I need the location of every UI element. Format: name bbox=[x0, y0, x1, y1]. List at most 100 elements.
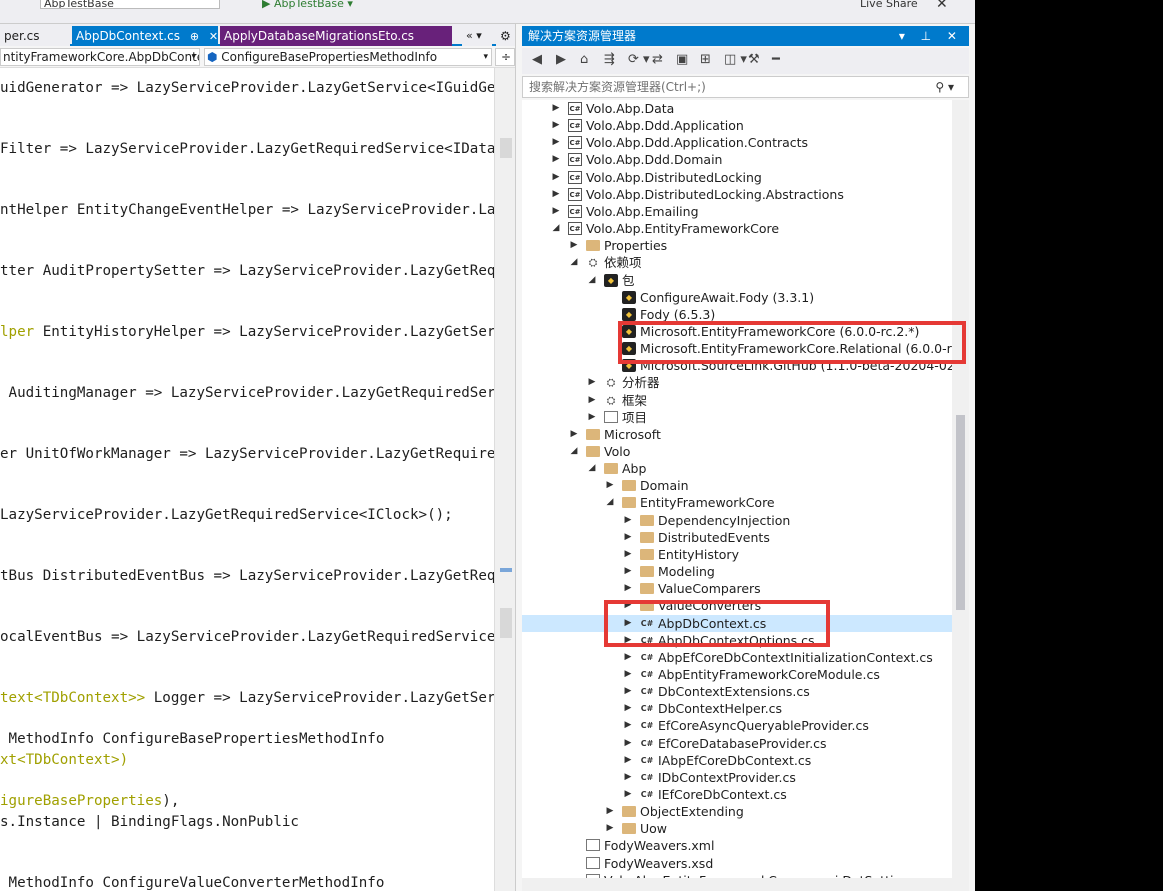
expand-arrow-icon[interactable]: ▶ bbox=[550, 151, 562, 168]
toolbar-tool-icon[interactable]: ⚒ bbox=[748, 52, 760, 67]
tree-item[interactable]: ◆ ConfigureAwait.Fody (3.3.1) bbox=[522, 289, 952, 306]
tree-item[interactable]: ▶ Microsoft bbox=[522, 426, 952, 443]
tree-item[interactable]: ▶ C# AbpEntityFrameworkCoreModule.cs bbox=[522, 666, 952, 683]
tree-item[interactable]: ▶ C# Volo.Abp.Data bbox=[522, 100, 952, 117]
expand-arrow-icon[interactable]: ▶ bbox=[622, 769, 634, 786]
pin-icon[interactable]: ⊕ bbox=[190, 30, 199, 43]
expand-arrow-icon[interactable]: ▶ bbox=[550, 100, 562, 117]
expand-arrow-icon[interactable]: ▶ bbox=[550, 134, 562, 151]
tree-item[interactable]: ▶ EntityHistory bbox=[522, 546, 952, 563]
tree-item[interactable]: ▶ DistributedEvents bbox=[522, 529, 952, 546]
tree-item[interactable]: ▶ ⛭ 框架 bbox=[522, 392, 952, 409]
tree-item[interactable]: ▶ C# Volo.Abp.Emailing bbox=[522, 203, 952, 220]
expand-arrow-icon[interactable]: ▶ bbox=[622, 717, 634, 734]
code-area[interactable]: uidGenerator => LazyServiceProvider.Lazy… bbox=[0, 68, 504, 891]
tree-item[interactable]: ▶ C# Volo.Abp.DistributedLocking bbox=[522, 169, 952, 186]
expand-arrow-icon[interactable]: ▶ bbox=[622, 735, 634, 752]
tree-item[interactable]: ▶ ObjectExtending bbox=[522, 803, 952, 820]
expand-arrow-icon[interactable]: ▶ bbox=[604, 477, 616, 494]
toolbar-tool-icon[interactable]: ⌂ bbox=[580, 52, 588, 67]
toolbar-tool-icon[interactable]: ▣ bbox=[676, 52, 688, 67]
toolbar-tool-icon[interactable]: ⇄ bbox=[652, 52, 663, 67]
expand-arrow-icon[interactable]: ▶ bbox=[550, 117, 562, 134]
search-icon[interactable]: ⚲ ▾ bbox=[935, 77, 954, 97]
tree-item[interactable]: ▶ C# IAbpEfCoreDbContext.cs bbox=[522, 752, 952, 769]
tab-overflow-icon[interactable]: « ▾ bbox=[462, 26, 492, 46]
tab-helper[interactable]: per.cs bbox=[0, 26, 70, 46]
tree-item[interactable]: ◢ ⛭ 依赖项 bbox=[522, 254, 952, 271]
tree-item[interactable]: ▶ Uow bbox=[522, 820, 952, 837]
solution-search-input[interactable]: 搜索解决方案资源管理器(Ctrl+;) ⚲ ▾ bbox=[522, 76, 969, 98]
expand-arrow-icon[interactable]: ▶ bbox=[622, 700, 634, 717]
tree-item[interactable]: ▶ Properties bbox=[522, 237, 952, 254]
toolbar-tool-icon[interactable]: ━ bbox=[772, 52, 780, 67]
expanded-arrow-icon[interactable]: ◢ bbox=[586, 272, 598, 289]
type-dropdown[interactable]: ntityFrameworkCore.AbpDbConte ▾ bbox=[0, 48, 200, 66]
expand-arrow-icon[interactable]: ▶ bbox=[622, 580, 634, 597]
run-button[interactable]: ▶ AbpTestBase ▾ bbox=[262, 0, 353, 9]
tree-item[interactable]: ◢ C# Volo.Abp.EntityFrameworkCore bbox=[522, 220, 952, 237]
expanded-arrow-icon[interactable]: ◢ bbox=[568, 443, 580, 460]
tree-item[interactable]: ▶ Modeling bbox=[522, 563, 952, 580]
expand-arrow-icon[interactable]: ▶ bbox=[622, 786, 634, 803]
expand-arrow-icon[interactable]: ▶ bbox=[604, 803, 616, 820]
tree-item[interactable]: ▶ C# DbContextExtensions.cs bbox=[522, 683, 952, 700]
toolbar-tool-icon[interactable]: ⊞ bbox=[700, 52, 711, 67]
expand-arrow-icon[interactable]: ▶ bbox=[622, 529, 634, 546]
toolbar-tool-icon[interactable]: ◀ bbox=[532, 52, 542, 67]
tree-item[interactable]: ▶ DependencyInjection bbox=[522, 512, 952, 529]
expand-arrow-icon[interactable]: ▶ bbox=[586, 392, 598, 409]
expand-arrow-icon[interactable]: ▶ bbox=[622, 512, 634, 529]
live-share-button[interactable]: Live Share bbox=[860, 0, 918, 9]
toolbar-tool-icon[interactable]: ◫ ▾ bbox=[724, 52, 747, 67]
tree-item[interactable]: ▶ ⛭ 分析器 bbox=[522, 374, 952, 391]
tree-item[interactable]: ▶ C# Volo.Abp.Ddd.Application.Contracts bbox=[522, 134, 952, 151]
expand-arrow-icon[interactable]: ▶ bbox=[622, 546, 634, 563]
tree-vertical-scrollbar[interactable] bbox=[952, 100, 969, 878]
member-dropdown[interactable]: ⬢ ConfigureBasePropertiesMethodInfo ▾ bbox=[204, 48, 492, 66]
expanded-arrow-icon[interactable]: ◢ bbox=[586, 460, 598, 477]
tree-item[interactable]: ▶ C# EfCoreDatabaseProvider.cs bbox=[522, 735, 952, 752]
tree-item[interactable]: ◢ Abp bbox=[522, 460, 952, 477]
expand-arrow-icon[interactable]: ▶ bbox=[568, 426, 580, 443]
expand-arrow-icon[interactable]: ▶ bbox=[550, 169, 562, 186]
tree-item[interactable]: ▶ C# IDbContextProvider.cs bbox=[522, 769, 952, 786]
expand-arrow-icon[interactable]: ▶ bbox=[604, 820, 616, 837]
tree-item[interactable]: FodyWeavers.xsd bbox=[522, 855, 952, 872]
scroll-thumb[interactable] bbox=[500, 138, 512, 158]
tree-item[interactable]: ▶ C# EfCoreAsyncQueryableProvider.cs bbox=[522, 717, 952, 734]
expand-arrow-icon[interactable]: ▶ bbox=[622, 752, 634, 769]
gear-icon[interactable]: ⚙ bbox=[496, 26, 515, 46]
expand-arrow-icon[interactable]: ▶ bbox=[622, 666, 634, 683]
expand-arrow-icon[interactable]: ▶ bbox=[550, 186, 562, 203]
tab-abpdbcontext[interactable]: AbpDbContext.cs ⊕ ✕ bbox=[72, 26, 218, 46]
tree-item[interactable]: ▶ C# AbpEfCoreDbContextInitializationConte… bbox=[522, 649, 952, 666]
tree-item[interactable]: ▶ ValueComparers bbox=[522, 580, 952, 597]
expand-arrow-icon[interactable]: ▶ bbox=[568, 237, 580, 254]
tree-item[interactable]: ▶ Domain bbox=[522, 477, 952, 494]
project-combo[interactable]: AbpTestBase bbox=[40, 0, 220, 9]
close-tab-icon[interactable]: ✕ bbox=[209, 30, 218, 43]
split-button[interactable]: ÷ bbox=[495, 48, 515, 66]
toolbar-tool-icon[interactable]: ▶ bbox=[556, 52, 566, 67]
tab-applydatabasemigrations[interactable]: ApplyDatabaseMigrationsEto.cs bbox=[220, 26, 452, 46]
expanded-arrow-icon[interactable]: ◢ bbox=[604, 494, 616, 511]
tree-item[interactable]: ◢ ◆ 包 bbox=[522, 272, 952, 289]
tree-item[interactable]: ▶ 项目 bbox=[522, 409, 952, 426]
tree-item[interactable]: ▶ C# Volo.Abp.Ddd.Application bbox=[522, 117, 952, 134]
expand-arrow-icon[interactable]: ▶ bbox=[622, 563, 634, 580]
expand-arrow-icon[interactable]: ▶ bbox=[622, 683, 634, 700]
expand-arrow-icon[interactable]: ▶ bbox=[550, 203, 562, 220]
tree-item[interactable]: FodyWeavers.xml bbox=[522, 837, 952, 854]
toolbar-tool-icon[interactable]: ⇶ bbox=[604, 52, 615, 67]
tree-item[interactable]: ▶ C# IEfCoreDbContext.cs bbox=[522, 786, 952, 803]
tree-item[interactable]: ▶ C# Volo.Abp.DistributedLocking.Abstracti… bbox=[522, 186, 952, 203]
editor-vertical-scrollbar[interactable] bbox=[494, 68, 515, 891]
tree-item[interactable]: ◢ Volo bbox=[522, 443, 952, 460]
panel-controls[interactable]: ▾ ⊥ ✕ bbox=[899, 26, 963, 46]
expanded-arrow-icon[interactable]: ◢ bbox=[568, 254, 580, 271]
tree-item[interactable]: ◢ EntityFrameworkCore bbox=[522, 494, 952, 511]
scroll-thumb[interactable] bbox=[956, 415, 965, 610]
tree-horizontal-scrollbar[interactable] bbox=[522, 878, 969, 891]
toolbar-tool-icon[interactable]: ⟳ ▾ bbox=[628, 52, 650, 67]
